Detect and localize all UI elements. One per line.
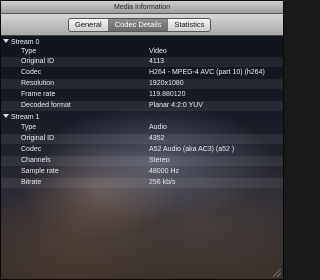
row-value: H264 - MPEG-4 AVC (part 10) (h264) <box>149 69 265 76</box>
table-row: Codec A52 Audio (aka AC3) (a52 ) <box>1 145 283 155</box>
row-value: 256 kb/s <box>149 179 176 186</box>
row-key: Type <box>21 48 37 55</box>
row-key: Original ID <box>21 58 55 65</box>
row-key: Frame rate <box>21 91 56 98</box>
window-title: Media Information <box>1 1 283 14</box>
table-row: Resolution 1920x1080 <box>1 79 283 89</box>
tab-codec-details[interactable]: Codec Details <box>108 19 169 31</box>
row-value: 48000 Hz <box>149 168 179 175</box>
row-key: Decoded format <box>21 102 71 109</box>
stream-1-header[interactable]: Stream 1 <box>3 113 39 122</box>
row-value: Planar 4:2:0 YUV <box>149 102 203 109</box>
stream-0-header[interactable]: Stream 0 <box>3 38 39 47</box>
resize-grip-icon[interactable] <box>273 269 281 277</box>
row-key: Codec <box>21 146 42 153</box>
row-value: 4113 <box>149 58 165 65</box>
table-row: Channels Stereo <box>1 156 283 166</box>
table-row: Sample rate 48000 Hz <box>1 167 283 177</box>
table-row: Codec H264 - MPEG-4 AVC (part 10) (h264) <box>1 68 283 78</box>
disclosure-triangle-icon[interactable] <box>3 114 9 118</box>
table-row: Original ID 4352 <box>1 134 283 144</box>
row-value: Video <box>149 48 167 55</box>
row-key: Resolution <box>21 80 55 87</box>
stream-0-label: Stream 0 <box>11 39 40 46</box>
row-value: Stereo <box>149 157 170 164</box>
tab-statistics[interactable]: Statistics <box>168 19 210 31</box>
row-value: 1920x1080 <box>149 80 184 87</box>
table-row: Decoded format Planar 4:2:0 YUV <box>1 101 283 111</box>
stream-1-label: Stream 1 <box>11 114 40 121</box>
row-key: Channels <box>21 157 51 164</box>
table-row: Original ID 4113 <box>1 57 283 67</box>
disclosure-triangle-icon[interactable] <box>3 39 9 43</box>
codec-details-list: Stream 0 Type Video Original ID 4113 Cod… <box>1 36 283 279</box>
row-key: Type <box>21 124 37 131</box>
table-row: Type Video <box>1 47 283 57</box>
media-information-window: Media Information General Codec Details … <box>0 0 284 280</box>
row-value: Audio <box>149 124 167 131</box>
row-key: Sample rate <box>21 168 59 175</box>
table-row: Frame rate 119.880120 <box>1 90 283 100</box>
row-key: Bitrate <box>21 179 42 186</box>
tab-bar: General Codec Details Statistics <box>68 18 212 32</box>
row-value: 4352 <box>149 135 165 142</box>
table-row: Bitrate 256 kb/s <box>1 178 283 188</box>
row-key: Codec <box>21 69 42 76</box>
table-row: Type Audio <box>1 123 283 133</box>
row-value: A52 Audio (aka AC3) (a52 ) <box>149 146 235 153</box>
row-key: Original ID <box>21 135 55 142</box>
row-value: 119.880120 <box>149 91 186 98</box>
tab-general[interactable]: General <box>69 19 109 31</box>
